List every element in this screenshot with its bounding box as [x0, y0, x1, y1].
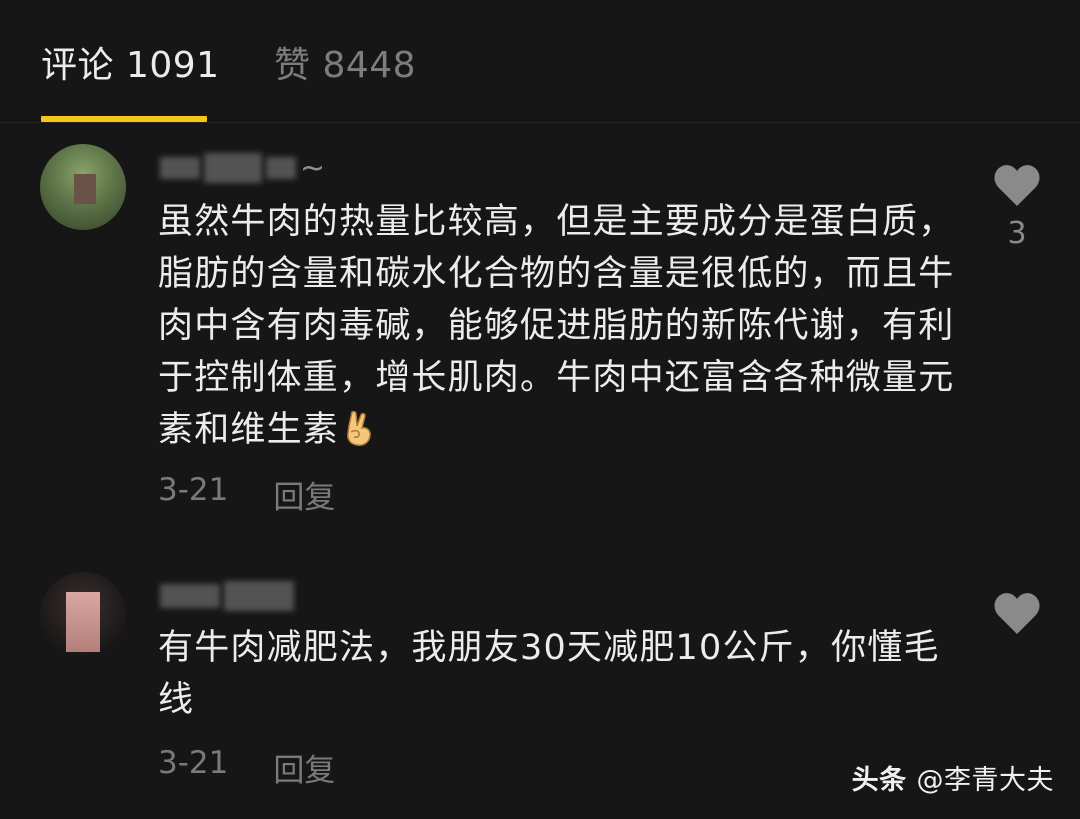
watermark: 头条 @李青大夫	[852, 758, 1054, 797]
tab-likes[interactable]: 赞 8448	[274, 36, 416, 88]
like-count: 3	[1007, 216, 1027, 251]
comment-body: 虽然牛肉的热量比较高，但是主要成分是蛋白质，脂肪的含量和碳水化合物的含量是很低的…	[158, 202, 955, 450]
avatar[interactable]	[40, 572, 126, 658]
watermark-handle: @李青大夫	[916, 765, 1054, 796]
tab-comments[interactable]: 评论 1091	[41, 36, 220, 88]
avatar[interactable]	[40, 144, 126, 230]
victory-hand-emoji	[347, 410, 371, 446]
username[interactable]	[160, 578, 294, 614]
comment-text: 有牛肉减肥法，我朋友30天减肥10公斤，你懂毛线	[158, 622, 958, 726]
blurred-name-part	[160, 584, 220, 608]
comment-meta: 3-21 回复	[158, 472, 335, 517]
reply-button[interactable]: 回复	[273, 472, 335, 517]
blurred-name-part	[204, 153, 262, 183]
blurred-name-part	[266, 157, 296, 179]
avatar-mosaic	[74, 174, 96, 204]
watermark-brand: 头条	[851, 765, 907, 796]
comment-body: 有牛肉减肥法，我朋友30天减肥10公斤，你懂毛线	[158, 628, 940, 720]
comment-text: 虽然牛肉的热量比较高，但是主要成分是蛋白质，脂肪的含量和碳水化合物的含量是很低的…	[158, 196, 958, 456]
comment-meta: 3-21 回复	[158, 745, 335, 790]
avatar-mosaic	[66, 592, 100, 652]
username-suffix: ~	[300, 150, 326, 186]
like-button[interactable]	[990, 590, 1044, 644]
active-tab-indicator	[41, 116, 207, 122]
username[interactable]: ~	[160, 150, 325, 186]
comment-tabs: 评论 1091 赞 8448	[0, 0, 1080, 123]
reply-button[interactable]: 回复	[273, 745, 335, 790]
blurred-name-part	[160, 157, 200, 179]
like-button[interactable]: 3	[990, 162, 1044, 251]
heart-icon	[994, 593, 1040, 634]
comment-date: 3-21	[158, 472, 229, 508]
comment-date: 3-21	[158, 745, 229, 781]
blurred-name-part	[224, 581, 294, 611]
heart-icon	[994, 165, 1040, 206]
